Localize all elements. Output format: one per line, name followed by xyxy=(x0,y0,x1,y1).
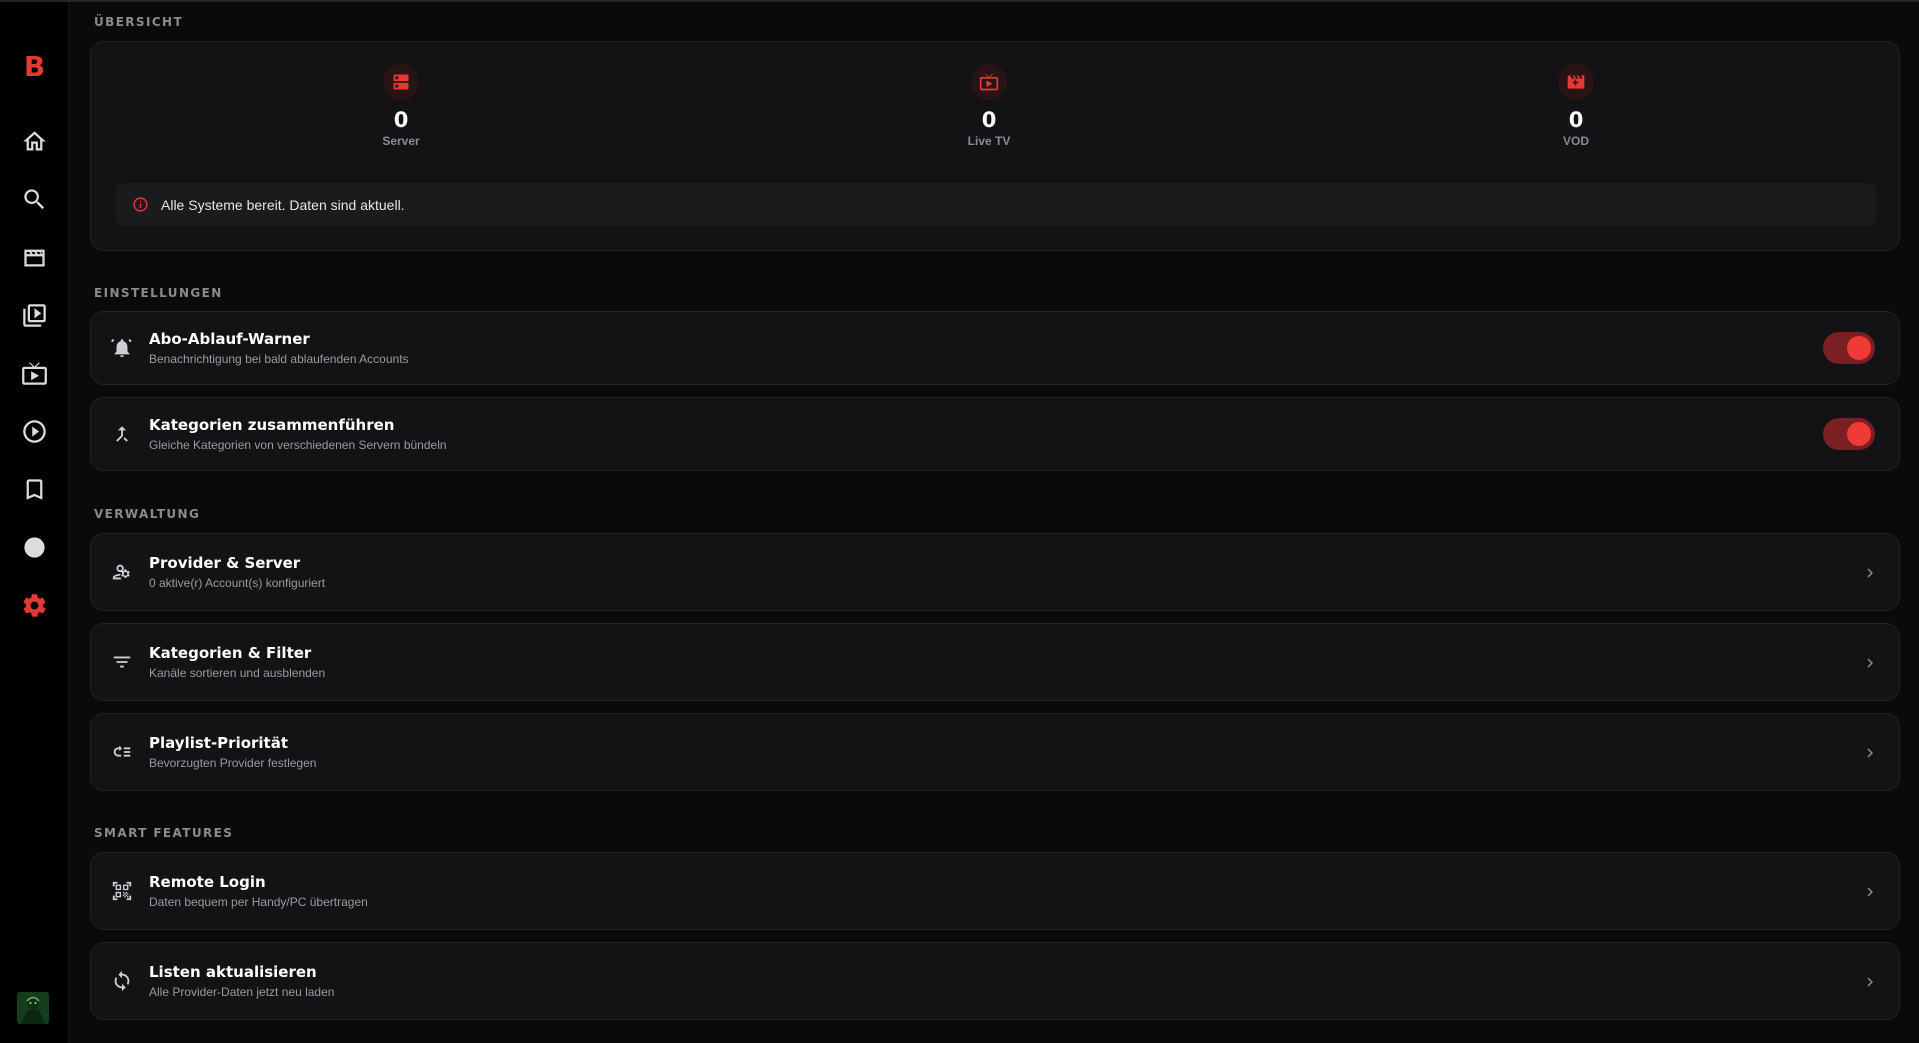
nav-search[interactable] xyxy=(11,176,57,222)
chevron-right-icon xyxy=(1867,887,1873,897)
row-subtitle: Bevorzugten Provider festlegen xyxy=(149,756,317,770)
row-title: Remote Login xyxy=(149,873,266,891)
video-library-icon xyxy=(22,303,46,327)
stat-label-server: Server xyxy=(382,134,420,148)
row-title: Playlist-Priorität xyxy=(149,734,289,752)
stat-value-server: 0 xyxy=(393,108,409,132)
alarm-icon xyxy=(109,335,135,361)
app-window: B ÜBERSICHT 0 Server 0 Live TV 0 VOD All… xyxy=(0,0,1919,1043)
stat-live-tv: 0 Live TV xyxy=(919,64,1059,148)
status-text: Alle Systeme bereit. Daten sind aktuell. xyxy=(161,196,405,213)
section-title-overview: ÜBERSICHT xyxy=(94,15,184,29)
setting-row-subscription-warner[interactable]: Abo-Ablauf-Warner Benachrichtigung bei b… xyxy=(90,311,1900,385)
status-message: Alle Systeme bereit. Daten sind aktuell. xyxy=(116,183,1876,226)
toggle-knob xyxy=(1847,336,1871,360)
nav-home[interactable] xyxy=(11,118,57,164)
server-icon xyxy=(383,64,419,100)
chevron-right-icon xyxy=(1867,658,1873,668)
movie-icon xyxy=(23,249,45,266)
row-text: Kategorien & Filter Kanäle sortieren und… xyxy=(149,643,325,681)
setting-text: Abo-Ablauf-Warner Benachrichtigung bei b… xyxy=(149,329,409,367)
nav-movies[interactable] xyxy=(11,234,57,280)
setting-text: Kategorien zusammenführen Gleiche Katego… xyxy=(149,415,447,453)
stat-server: 0 Server xyxy=(331,64,471,148)
subscription-warner-toggle[interactable] xyxy=(1823,332,1875,364)
app-logo[interactable]: B xyxy=(0,50,69,84)
sync-icon xyxy=(109,968,135,994)
movie-icon xyxy=(1558,64,1594,100)
row-title: Kategorien & Filter xyxy=(149,644,312,662)
nav-series[interactable] xyxy=(11,292,57,338)
row-text: Playlist-Priorität Bevorzugten Provider … xyxy=(149,733,316,771)
setting-title: Abo-Ablauf-Warner xyxy=(149,330,310,348)
setting-subtitle: Benachrichtigung bei bald ablaufenden Ac… xyxy=(149,352,409,366)
nav-record[interactable] xyxy=(11,524,57,570)
avatar-image xyxy=(17,992,49,1024)
row-subtitle: Daten bequem per Handy/PC übertragen xyxy=(149,895,368,909)
live-tv-icon xyxy=(971,64,1007,100)
priority-list-icon xyxy=(109,739,135,765)
row-subtitle: 0 aktive(r) Account(s) konfiguriert xyxy=(149,576,326,590)
info-icon xyxy=(133,197,148,212)
chevron-right-icon xyxy=(1867,568,1873,578)
merge-icon xyxy=(109,421,135,447)
nav-row-refresh-lists[interactable]: Listen aktualisieren Alle Provider-Daten… xyxy=(90,942,1900,1020)
stat-label-vod: VOD xyxy=(1562,134,1589,148)
sidebar: B xyxy=(0,2,69,1043)
overview-card: 0 Server 0 Live TV 0 VOD Alle Systeme be… xyxy=(90,41,1900,251)
stat-vod: 0 VOD xyxy=(1506,64,1646,148)
setting-row-merge-categories[interactable]: Kategorien zusammenführen Gleiche Katego… xyxy=(90,397,1900,471)
play-circle-icon xyxy=(22,419,46,443)
section-title-smart-features: SMART FEATURES xyxy=(94,826,234,840)
setting-subtitle: Gleiche Kategorien von verschiedenen Ser… xyxy=(149,438,447,452)
row-text: Provider & Server 0 aktive(r) Account(s)… xyxy=(149,553,325,591)
nav-player[interactable] xyxy=(11,408,57,454)
row-subtitle: Kanäle sortieren und ausblenden xyxy=(149,666,326,680)
live-tv-icon xyxy=(21,361,47,385)
chevron-right-icon xyxy=(1867,977,1873,987)
user-avatar[interactable] xyxy=(17,992,49,1024)
nav-row-categories-filter[interactable]: Kategorien & Filter Kanäle sortieren und… xyxy=(90,623,1900,701)
nav-row-playlist-priority[interactable]: Playlist-Priorität Bevorzugten Provider … xyxy=(90,713,1900,791)
row-title: Listen aktualisieren xyxy=(149,963,317,981)
nav-row-provider-server[interactable]: Provider & Server 0 aktive(r) Account(s)… xyxy=(90,533,1900,611)
toggle-knob xyxy=(1847,422,1871,446)
qr-code-scanner-icon xyxy=(109,878,135,904)
search-icon xyxy=(23,188,44,209)
chevron-right-icon xyxy=(1867,748,1873,758)
nav-live-tv[interactable] xyxy=(11,350,57,396)
stat-label-live-tv: Live TV xyxy=(967,134,1011,148)
settings-icon xyxy=(23,593,46,617)
section-title-management: VERWALTUNG xyxy=(94,507,201,521)
section-title-settings: EINSTELLUNGEN xyxy=(94,286,223,300)
merge-categories-toggle[interactable] xyxy=(1823,418,1875,450)
nav-settings[interactable] xyxy=(11,582,57,628)
nav-row-remote-login[interactable]: Remote Login Daten bequem per Handy/PC ü… xyxy=(90,852,1900,930)
filter-icon xyxy=(109,649,135,675)
circle-icon xyxy=(23,536,45,558)
nav-bookmarks[interactable] xyxy=(11,466,57,512)
row-title: Provider & Server xyxy=(149,554,301,572)
bookmark-icon xyxy=(26,478,42,500)
stat-value-vod: 0 xyxy=(1568,108,1584,132)
home-icon xyxy=(22,130,46,150)
row-text: Listen aktualisieren Alle Provider-Daten… xyxy=(149,962,334,1000)
manage-accounts-icon xyxy=(109,559,135,585)
settings-page: ÜBERSICHT 0 Server 0 Live TV 0 VOD Alle … xyxy=(90,0,1900,1043)
stat-value-live-tv: 0 xyxy=(981,108,997,132)
row-subtitle: Alle Provider-Daten jetzt neu laden xyxy=(149,985,335,999)
row-text: Remote Login Daten bequem per Handy/PC ü… xyxy=(149,872,368,910)
setting-title: Kategorien zusammenführen xyxy=(149,416,395,434)
